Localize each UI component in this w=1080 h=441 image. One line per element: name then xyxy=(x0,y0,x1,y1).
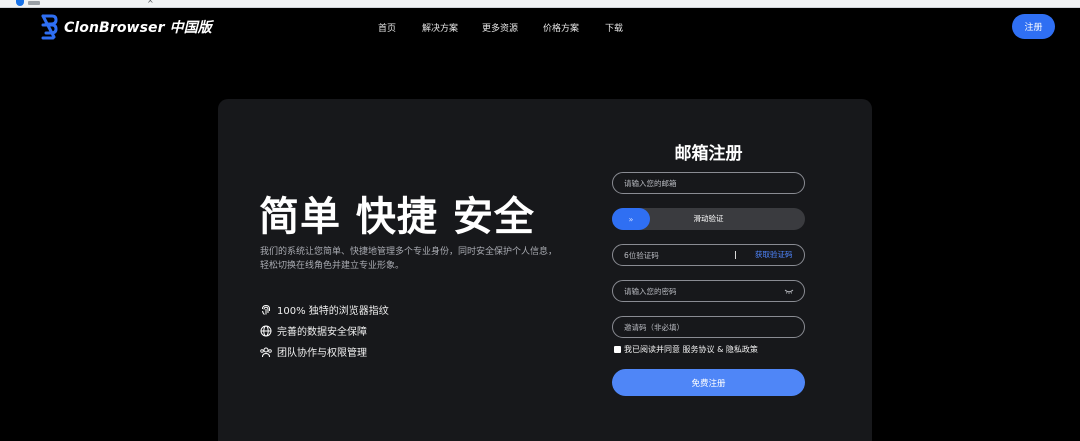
globe-icon xyxy=(260,325,272,336)
password-input[interactable] xyxy=(624,281,774,301)
terms-checkbox[interactable] xyxy=(614,346,621,353)
tab-close-icon[interactable]: × xyxy=(147,0,154,5)
get-code-link[interactable]: 获取验证码 xyxy=(755,245,793,265)
register-button[interactable]: 注册 xyxy=(1012,14,1055,39)
nav-item-download[interactable]: 下载 xyxy=(605,21,623,34)
password-field-wrapper xyxy=(612,280,805,302)
email-input[interactable] xyxy=(624,173,774,193)
nav-item-solutions[interactable]: 解决方案 xyxy=(422,21,458,34)
clonbrowser-logo-icon xyxy=(41,14,58,40)
fingerprint-icon xyxy=(262,304,270,315)
feature-text: 团队协作与权限管理 xyxy=(277,348,367,359)
verification-code-input[interactable] xyxy=(624,245,724,265)
hero-headline: 简单 快捷 安全 xyxy=(259,194,535,240)
feature-item: 完善的数据安全保障 xyxy=(260,323,367,338)
free-register-button[interactable]: 免费注册 xyxy=(612,369,805,396)
terms-agreement[interactable]: 我已阅读并同意 服务协议 & 隐私政策 xyxy=(614,344,758,355)
hero-description: 我们的系统让您简单、快捷地管理多个专业身份，同时安全保护个人信息，轻松切换在线角… xyxy=(260,247,558,271)
divider xyxy=(735,251,736,259)
feature-item: 100% 独特的浏览器指纹 xyxy=(260,302,389,317)
terms-text: 我已阅读并同意 服务协议 & 隐私政策 xyxy=(624,345,758,354)
feature-item: 团队协作与权限管理 xyxy=(260,344,367,359)
tab-favicon-icon xyxy=(16,0,24,6)
invite-code-input[interactable] xyxy=(624,317,774,337)
tab-title[interactable] xyxy=(28,1,40,5)
team-icon xyxy=(260,347,272,357)
nav-item-home[interactable]: 首页 xyxy=(378,21,396,34)
feature-text: 完善的数据安全保障 xyxy=(277,327,367,338)
browser-tab-strip: × xyxy=(0,0,1080,8)
brand-logo[interactable]: ClonBrowser 中国版 xyxy=(40,14,212,40)
slide-verification[interactable]: 滑动验证 » xyxy=(612,208,805,230)
feature-text: 100% 独特的浏览器指纹 xyxy=(277,306,389,317)
brand-name: ClonBrowser 中国版 xyxy=(64,20,212,36)
slider-handle[interactable]: » xyxy=(612,208,650,230)
form-title: 邮箱注册 xyxy=(674,144,743,164)
nav-item-resources[interactable]: 更多资源 xyxy=(482,21,518,34)
top-navigation: ClonBrowser 中国版 首页 解决方案 更多资源 价格方案 下载 注册 xyxy=(0,8,1080,46)
code-field-wrapper: 获取验证码 xyxy=(612,244,805,266)
email-field-wrapper xyxy=(612,172,805,194)
invite-field-wrapper xyxy=(612,316,805,338)
nav-item-pricing[interactable]: 价格方案 xyxy=(543,21,579,34)
eye-closed-icon[interactable] xyxy=(784,287,794,295)
